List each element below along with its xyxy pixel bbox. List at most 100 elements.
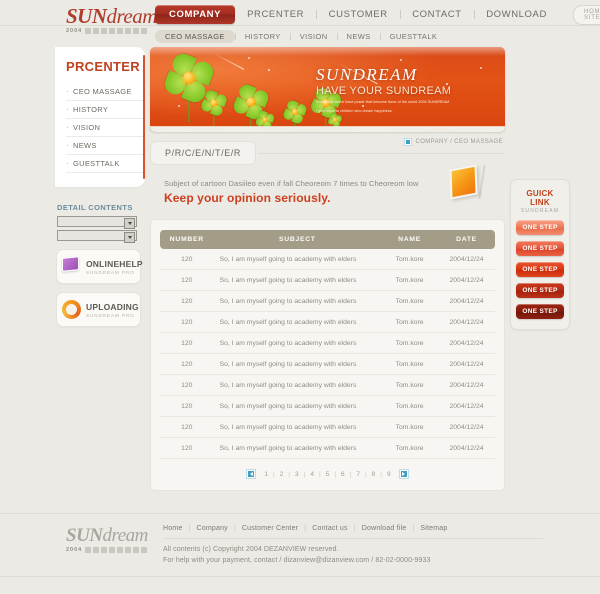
cell-number: 120	[160, 374, 214, 396]
footer-link-home[interactable]: Home	[163, 525, 182, 532]
footer-legal: All contents (c) Copyright 2004 DEZANVIE…	[163, 544, 431, 566]
logo-wordmark: SUNdream	[66, 5, 166, 27]
nav-item-company[interactable]: COMPANY	[155, 5, 236, 24]
site-logo[interactable]: SUNdream 2004	[66, 5, 166, 34]
subnav-item-history[interactable]: HISTORY	[236, 30, 290, 43]
table-row[interactable]: 120 So, I am myself going to academy wit…	[160, 353, 495, 375]
onestep-button-1[interactable]: ONE STEP	[516, 220, 564, 235]
page-8[interactable]: 8	[370, 471, 378, 478]
cell-subject[interactable]: So, I am myself going to academy with el…	[213, 437, 382, 459]
footer-link-separator: |	[353, 525, 356, 532]
footer-link-sitemap[interactable]: Sitemap	[420, 525, 447, 532]
cell-subject[interactable]: So, I am myself going to academy with el…	[213, 395, 382, 417]
table-row[interactable]: 120 So, I am myself going to academy wit…	[160, 374, 495, 396]
cell-name: Tom.kore	[381, 395, 439, 417]
onestep-button-4[interactable]: ONE STEP	[516, 283, 564, 298]
sidebar-item-history[interactable]: HISTORY	[66, 101, 145, 119]
page-9[interactable]: 9	[385, 471, 393, 478]
breadcrumb-marker-icon	[405, 139, 412, 145]
home-sitemap-button[interactable]: HOME / SITEMAP	[572, 4, 600, 25]
sidebar-item-guesttalk[interactable]: GUESTTALK	[66, 155, 145, 173]
table-row[interactable]: 120 So, I am myself going to academy wit…	[160, 437, 495, 459]
footer-link-download-file[interactable]: Download file	[362, 525, 407, 532]
section-divider	[258, 152, 505, 154]
footer-contact: For help with your payment, contact / di…	[163, 557, 431, 564]
table-row[interactable]: 120 So, I am myself going to academy wit…	[160, 249, 495, 270]
quicklink-title: GUICK LINK	[526, 189, 554, 207]
page-5[interactable]: 5	[324, 471, 332, 478]
cell-subject[interactable]: So, I am myself going to academy with el…	[213, 332, 382, 354]
cell-name: Tom.kore	[381, 269, 439, 291]
nav-item-download[interactable]: DOWNLOAD	[474, 5, 559, 24]
cell-name: Tom.kore	[381, 311, 439, 333]
table-row[interactable]: 120 So, I am myself going to academy wit…	[160, 311, 495, 333]
nav-item-prcenter[interactable]: PRCENTER	[235, 5, 316, 24]
cell-subject[interactable]: So, I am myself going to academy with el…	[213, 311, 382, 333]
nav-item-customer[interactable]: CUSTOMER	[317, 5, 400, 24]
table-row[interactable]: 120 So, I am myself going to academy wit…	[160, 395, 495, 417]
right-sidebar: GUICK LINK SUNDREAM ONE STEP ONE STEP ON…	[510, 179, 575, 330]
page-body: PRCENTER CEO MASSAGE HISTORY VISION NEWS…	[55, 47, 600, 513]
page-7[interactable]: 7	[354, 471, 362, 478]
logo-subtitle: 2004	[66, 28, 166, 34]
table-row[interactable]: 120 So, I am myself going to academy wit…	[160, 416, 495, 438]
banner-body-line1: Enterprise which have power that become …	[316, 100, 450, 104]
table-row[interactable]: 120 So, I am myself going to academy wit…	[160, 290, 495, 312]
banner-headline: SUNDREAM	[316, 65, 418, 84]
cell-subject[interactable]: So, I am myself going to academy with el…	[213, 353, 382, 375]
quicklink-panel: GUICK LINK SUNDREAM ONE STEP ONE STEP ON…	[510, 179, 570, 330]
prev-arrow-icon[interactable]	[247, 470, 256, 478]
cell-subject[interactable]: So, I am myself going to academy with el…	[213, 249, 382, 270]
nav-item-contact[interactable]: CONTACT	[400, 5, 473, 24]
page-separator: |	[380, 470, 382, 478]
banner-subhead: HAVE YOUR SUNDREAM	[316, 85, 452, 97]
table-row[interactable]: 120 So, I am myself going to academy wit…	[160, 332, 495, 354]
promo-title: UPLOADING	[86, 301, 139, 312]
footer-link-customer-center[interactable]: Customer Center	[242, 525, 298, 532]
subnav-item-vision[interactable]: VISION	[291, 30, 337, 43]
page-1[interactable]: 1	[262, 471, 270, 478]
cell-date: 2004/12/24	[438, 416, 495, 438]
detail-select-one[interactable]	[57, 216, 137, 229]
cell-subject[interactable]: So, I am myself going to academy with el…	[213, 416, 382, 438]
onestep-button-3[interactable]: ONE STEP	[516, 262, 564, 277]
column-header-name: NAME	[381, 230, 439, 249]
banner-text-block: SUNDREAM HAVE YOUR SUNDREAM Enterprise w…	[316, 65, 491, 114]
sidebar-item-ceo-massage[interactable]: CEO MASSAGE	[66, 83, 145, 101]
sidebar-item-vision[interactable]: VISION	[66, 119, 145, 137]
page-separator: |	[318, 470, 321, 478]
page-6[interactable]: 6	[339, 471, 347, 478]
page-2[interactable]: 2	[278, 471, 286, 478]
section-tab-prcenter[interactable]: P/R/C/E/N/T/E/R	[150, 141, 257, 165]
promo-title: ONLINEHELP	[86, 258, 143, 269]
footer-bottom-divider	[0, 576, 600, 577]
page-3[interactable]: 3	[293, 471, 301, 478]
promo-uploading[interactable]: UPLOADING SUNDREAM PRO	[56, 292, 141, 327]
logo-block-pattern	[85, 28, 148, 34]
next-arrow-icon[interactable]	[399, 470, 408, 478]
subnav-item-guesttalk[interactable]: GUESTTALK	[381, 30, 447, 43]
promo-onlinehelp[interactable]: ONLINEHELP SUNDREAM PRO	[56, 249, 143, 284]
onestep-button-2[interactable]: ONE STEP	[516, 241, 564, 256]
onestep-button-5[interactable]: ONE STEP	[516, 304, 564, 319]
table-row[interactable]: 120 So, I am myself going to academy wit…	[160, 269, 495, 291]
cell-number: 120	[160, 332, 214, 354]
sparkle-icon	[268, 69, 270, 71]
cell-name: Tom.kore	[381, 290, 439, 312]
cell-subject[interactable]: So, I am myself going to academy with el…	[213, 374, 382, 396]
subnav-item-ceo-massage[interactable]: CEO MASSAGE	[155, 30, 235, 43]
cell-number: 120	[160, 311, 214, 333]
cell-name: Tom.kore	[381, 437, 439, 459]
sidebar-item-news[interactable]: NEWS	[66, 137, 145, 155]
cell-subject[interactable]: So, I am myself going to academy with el…	[213, 290, 382, 312]
promo-subtitle: SUNDREAM PRO	[86, 269, 135, 275]
cell-subject[interactable]: So, I am myself going to academy with el…	[213, 269, 382, 291]
page-4[interactable]: 4	[308, 471, 316, 478]
detail-contents-label: DETAIL CONTENTS	[57, 203, 133, 212]
page-separator: |	[364, 470, 367, 478]
subnav-item-news[interactable]: NEWS	[338, 30, 380, 43]
footer-link-contact-us[interactable]: Contact us	[312, 525, 347, 532]
footer-logo-year: 2004	[66, 547, 83, 553]
footer-link-company[interactable]: Company	[197, 525, 228, 532]
detail-select-two[interactable]	[57, 230, 137, 243]
